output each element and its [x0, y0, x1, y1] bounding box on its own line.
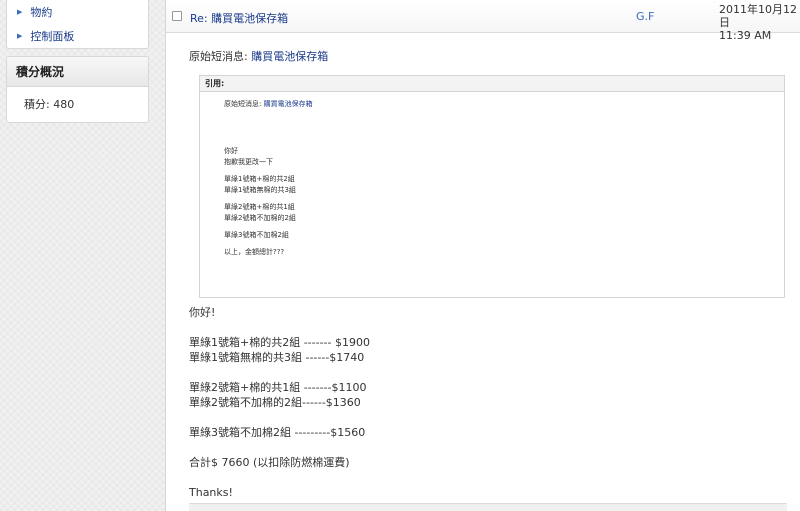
quote-line: 單綠1號箱無棉的共3組 — [224, 186, 296, 194]
quote-title-link[interactable]: 購買電池保存箱 — [264, 100, 313, 108]
message-subject-link[interactable]: Re: 購買電池保存箱 — [190, 10, 288, 26]
points-row: 積分: 480 — [7, 87, 148, 122]
sidebar-item-label: 控制面板 — [30, 30, 75, 43]
reply-text: 你好! 單綠1號箱+棉的共2組 ------- $1900 單綠1號箱無棉的共3… — [189, 305, 787, 500]
quote-line: 你好 — [224, 147, 238, 155]
sidebar-links: ▶ 物約 ▶ 控制面板 — [6, 0, 149, 49]
quote-line: 單綠2號箱不加棉的2組 — [224, 214, 296, 222]
message-date: 2011年10月12日 — [719, 3, 797, 29]
message-time: 11:39 AM — [719, 29, 772, 42]
reply-line: 單綠2號箱+棉的共1組 -------$1100 — [189, 381, 367, 394]
quote-line: 單綠1號箱+棉的共2組 — [224, 175, 295, 183]
sender-link[interactable]: G.F — [636, 10, 654, 23]
sidebar-item-0[interactable]: ▶ 物約 — [7, 0, 148, 24]
quote-line: 單綠3號箱不加棉2組 — [224, 231, 289, 239]
reply-line: 單綠2號箱不加棉的2組------$1360 — [189, 396, 361, 409]
triangle-right-icon: ▶ — [17, 8, 23, 16]
points-summary-title: 積分概況 — [7, 57, 148, 87]
reply-line: 單綠1號箱無棉的共3組 ------$1740 — [189, 351, 365, 364]
message-timestamp: 2011年10月12日 11:39 AM — [719, 3, 800, 42]
original-title-link[interactable]: 購買電池保存箱 — [251, 50, 328, 63]
quote-box: 引用: 原始短消息: 購買電池保存箱 你好 抱歉我更改一下 單綠1號箱+棉的共2… — [199, 75, 785, 298]
reply-line: 單綠1號箱+棉的共2組 ------- $1900 — [189, 336, 370, 349]
original-prefix: 原始短消息: — [189, 50, 248, 63]
points-label: 積分: — [24, 98, 50, 111]
reply-greeting: 你好! — [189, 306, 216, 319]
quote-line: 單綠2號箱+棉的共1組 — [224, 203, 295, 211]
original-message-line: 原始短消息: 購買電池保存箱 — [189, 48, 787, 64]
message-header: Re: 購買電池保存箱 G.F 2011年10月12日 11:39 AM — [166, 0, 800, 42]
points-summary: 積分概況 積分: 480 — [6, 56, 149, 123]
message-body: 原始短消息: 購買電池保存箱 引用: 原始短消息: 購買電池保存箱 你好 抱歉我… — [189, 48, 787, 500]
quote-body: 原始短消息: 購買電池保存箱 你好 抱歉我更改一下 單綠1號箱+棉的共2組 單綠… — [200, 92, 784, 258]
reply-line: 單綠3號箱不加棉2組 ---------$1560 — [189, 426, 366, 439]
reply-total: 合計$ 7660 (以扣除防燃棉運費) — [189, 456, 350, 469]
quote-line: 以上，金額總計??? — [224, 248, 285, 256]
select-checkbox[interactable] — [172, 11, 182, 21]
message-panel: Re: 購買電池保存箱 G.F 2011年10月12日 11:39 AM 原始短… — [165, 0, 800, 511]
points-value: 480 — [53, 98, 75, 111]
reply-signoff: Thanks! — [189, 486, 233, 499]
quote-header: 引用: — [200, 76, 784, 92]
quote-prefix: 原始短消息: — [224, 100, 262, 108]
triangle-right-icon: ▶ — [17, 32, 23, 40]
quote-line: 抱歉我更改一下 — [224, 158, 273, 166]
reply-toolbar — [189, 503, 787, 511]
sidebar: ▶ 物約 ▶ 控制面板 積分概況 積分: 480 — [6, 0, 149, 123]
sidebar-item-control-panel[interactable]: ▶ 控制面板 — [7, 24, 148, 48]
quote-original-line: 原始短消息: 購買電池保存箱 — [224, 99, 784, 110]
sidebar-item-label: 物約 — [30, 6, 53, 19]
